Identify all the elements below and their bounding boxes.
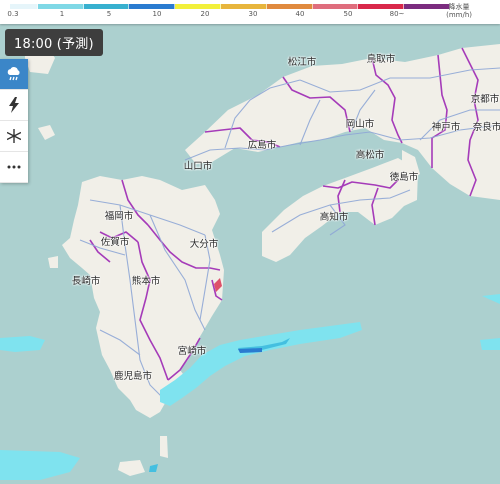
legend-swatch (312, 4, 359, 9)
city-label-kagoshima: 鹿児島市 (113, 371, 153, 382)
legend-swatch (37, 4, 84, 9)
city-label-fukuoka: 福岡市 (104, 211, 134, 222)
city-label-okayama: 岡山市 (345, 119, 375, 130)
forecast-time-label: 18:00 (予測) (5, 29, 103, 56)
legend-unit-mm: (mm/h) (446, 11, 472, 19)
legend-tick: 50 (343, 10, 353, 18)
legend-tick: 20 (200, 10, 210, 18)
city-label-takamatsu: 高松市 (355, 150, 385, 161)
city-label-nagasaki: 長崎市 (71, 276, 101, 287)
city-label-tokushima: 徳島市 (389, 172, 419, 183)
legend-unit-title: 降水量 (448, 3, 470, 11)
city-label-saga: 佐賀市 (100, 237, 130, 248)
legend-tick: 30 (248, 10, 258, 18)
more-layers-button[interactable] (0, 152, 28, 183)
precipitation-legend: 0.3 1 5 10 20 30 40 50 80~ 降水量 (mm/h) (0, 0, 500, 24)
city-label-matsue: 松江市 (287, 57, 317, 68)
city-label-oita: 大分市 (189, 239, 219, 250)
legend-swatch (83, 4, 130, 9)
legend-tick: 40 (295, 10, 305, 18)
legend-swatch (129, 4, 176, 9)
city-label-nara: 奈良市 (472, 122, 500, 133)
lightning-icon (9, 97, 19, 113)
map-canvas[interactable] (0, 0, 500, 484)
lightning-layer-button[interactable] (0, 90, 28, 121)
legend-color-bar (10, 4, 451, 9)
legend-swatch (266, 4, 313, 9)
island (160, 436, 168, 458)
layer-toolbar (0, 59, 28, 183)
city-label-miyazaki: 宮崎市 (177, 346, 207, 357)
legend-swatch (221, 4, 267, 9)
legend-swatch (404, 4, 451, 9)
legend-tick: 0.3 (7, 10, 19, 18)
snow-layer-button[interactable] (0, 121, 28, 152)
city-label-yamaguchi: 山口市 (183, 161, 213, 172)
more-icon (7, 165, 21, 169)
city-label-kyoto: 京都市 (470, 94, 500, 105)
city-label-hiroshima: 広島市 (247, 140, 277, 151)
city-label-kumamoto: 熊本市 (131, 276, 161, 287)
legend-tick: 5 (106, 10, 112, 18)
legend-swatch (175, 4, 222, 9)
legend-tick: 10 (152, 10, 162, 18)
rain-cloud-icon (7, 67, 20, 81)
legend-swatch (10, 4, 38, 9)
snowflake-icon (7, 129, 21, 143)
legend-tick: 1 (59, 10, 65, 18)
legend-swatch (358, 4, 405, 9)
city-label-kochi: 高知市 (319, 212, 349, 223)
city-label-tottori: 鳥取市 (366, 54, 396, 65)
legend-unit: 降水量 (mm/h) (446, 3, 472, 19)
city-label-kobe: 神戸市 (431, 122, 461, 133)
legend-tick: 80~ (389, 10, 405, 18)
rain-layer-button[interactable] (0, 59, 28, 90)
